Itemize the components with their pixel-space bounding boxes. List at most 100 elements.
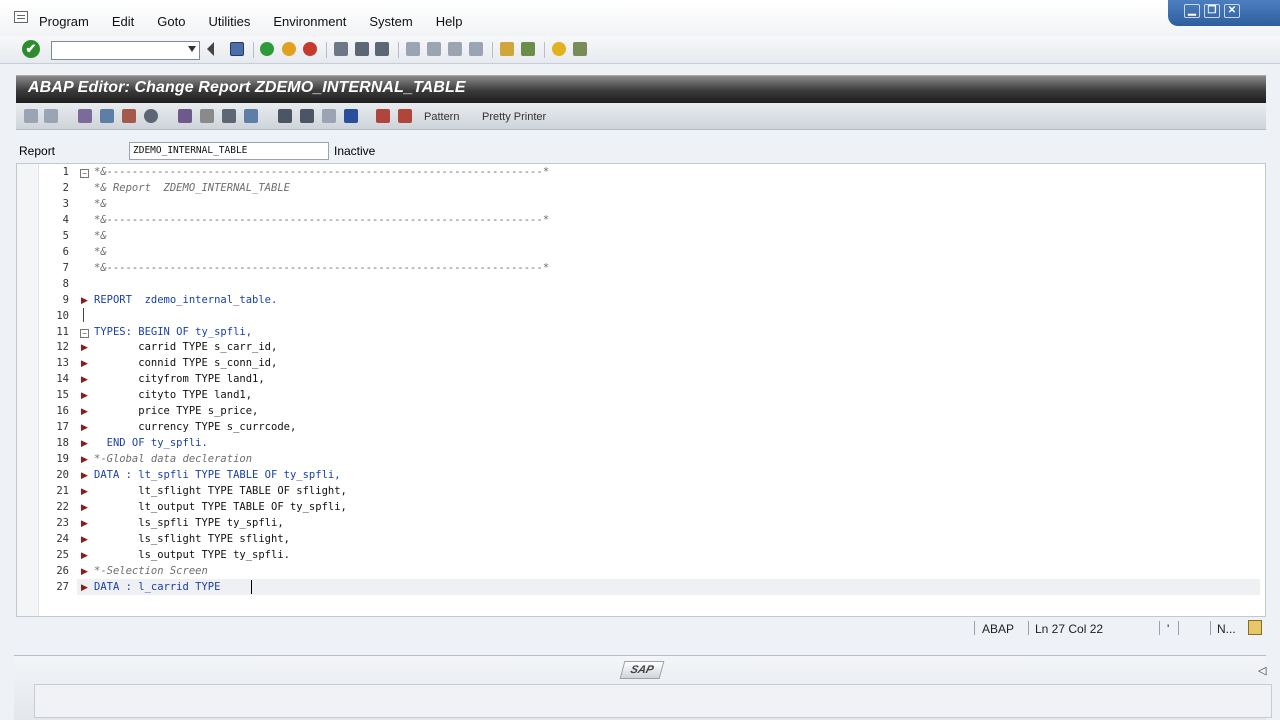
line-number: 17 (56, 421, 69, 434)
status-mode-mark: ' (1167, 622, 1170, 636)
code-line[interactable]: ls_spfli TYPE ty_spfli, (94, 517, 283, 529)
code-line[interactable]: price TYPE s_price, (94, 405, 258, 417)
status-separator (1210, 621, 1211, 635)
menu-bar: Program Edit Goto Utilities Environment … (0, 0, 1280, 40)
code-line[interactable]: currency TYPE s_currcode, (94, 421, 296, 433)
other-object-icon[interactable] (122, 109, 136, 123)
display-object-list-icon[interactable] (300, 109, 314, 123)
forward-arrow-icon[interactable] (44, 109, 58, 123)
close-button[interactable]: ✕ (1224, 4, 1240, 18)
code-line[interactable]: ls_output TYPE ty_spfli. (94, 549, 290, 561)
shortcut-icon[interactable] (521, 42, 535, 56)
line-number: 20 (56, 469, 69, 482)
code-line[interactable]: *-Global data decleration (94, 453, 252, 465)
code-line[interactable]: *& (94, 246, 107, 258)
create-session-icon[interactable] (500, 42, 514, 56)
enter-check-icon[interactable]: ✔ (22, 40, 40, 58)
active-inactive-icon[interactable] (100, 109, 114, 123)
menu-system[interactable]: System (369, 14, 412, 29)
previous-page-icon[interactable] (427, 42, 441, 56)
line-number: 21 (56, 485, 69, 497)
last-page-icon[interactable] (469, 42, 483, 56)
chevron-down-icon[interactable] (188, 46, 196, 52)
check-icon[interactable] (144, 109, 158, 123)
line-number: 15 (56, 389, 69, 402)
menu-goto[interactable]: Goto (157, 14, 185, 29)
menu-edit[interactable]: Edit (112, 14, 134, 29)
find-next-icon[interactable] (375, 42, 389, 56)
object-list-icon[interactable] (244, 109, 258, 123)
breakpoint-icon[interactable] (322, 109, 336, 123)
exit-icon[interactable] (282, 42, 296, 56)
restore-button[interactable]: ❐ (1204, 4, 1220, 18)
scroll-back-icon[interactable] (207, 42, 214, 56)
status-language: ABAP (982, 622, 1015, 636)
line-marker-icon: ▶ (81, 549, 88, 560)
code-line[interactable]: *&--------------------------------------… (94, 262, 549, 274)
line-marker-icon: ▶ (81, 342, 88, 353)
activate-icon[interactable] (178, 109, 192, 123)
info-icon[interactable] (344, 109, 358, 123)
menu-utilities[interactable]: Utilities (208, 14, 250, 29)
back-icon[interactable] (260, 42, 274, 56)
fold-toggle-icon[interactable]: − (80, 328, 89, 338)
code-line[interactable]: DATA : l_carrid TYPE (94, 581, 227, 593)
editor-status-bar: ABAP Ln 27 Col 22 ' N... (16, 617, 1266, 639)
display-change-icon[interactable] (78, 109, 92, 123)
menu-program[interactable]: Program (39, 14, 89, 29)
test-icon[interactable] (200, 109, 214, 123)
back-arrow-icon[interactable] (24, 109, 38, 123)
first-page-icon[interactable] (406, 42, 420, 56)
current-line-highlight (77, 579, 1260, 595)
pattern-button[interactable]: Pattern (424, 111, 459, 123)
code-line[interactable]: DATA : lt_spfli TYPE TABLE OF ty_spfli, (94, 469, 341, 481)
next-page-icon[interactable] (448, 42, 462, 56)
external-breakpoint-icon[interactable] (398, 109, 412, 123)
code-line[interactable]: cityfrom TYPE land1, (94, 373, 264, 385)
system-menu-icon[interactable] (14, 11, 28, 23)
report-row: Report ZDEMO_INTERNAL_TABLE Inactive (16, 140, 1266, 162)
code-line[interactable]: *-Selection Screen (94, 565, 208, 577)
save-icon[interactable] (230, 42, 244, 56)
line-marker-icon: ▶ (81, 533, 88, 544)
help-icon[interactable] (552, 42, 566, 56)
code-line[interactable]: connid TYPE s_conn_id, (94, 357, 277, 369)
code-line[interactable]: *&--------------------------------------… (94, 214, 549, 226)
document-icon[interactable] (1248, 620, 1262, 635)
cancel-icon[interactable] (303, 42, 317, 56)
code-line[interactable]: END OF ty_spfli. (94, 437, 208, 449)
code-line[interactable]: ls_sflight TYPE sflight, (94, 533, 290, 545)
code-line[interactable]: *&--------------------------------------… (94, 166, 549, 178)
command-field[interactable] (51, 41, 200, 60)
menu-environment[interactable]: Environment (273, 14, 346, 29)
code-line[interactable]: REPORT zdemo_internal_table. (94, 294, 277, 306)
line-number: 14 (56, 373, 69, 386)
report-name-field[interactable]: ZDEMO_INTERNAL_TABLE (129, 142, 329, 160)
code-line[interactable]: *& (94, 230, 107, 242)
fold-toggle-icon[interactable]: − (80, 169, 89, 178)
toolbar-separator (326, 42, 327, 58)
code-line[interactable]: carrid TYPE s_carr_id, (94, 341, 277, 353)
code-line[interactable]: lt_output TYPE TABLE OF ty_spfli, (94, 501, 347, 513)
where-used-icon[interactable] (222, 109, 236, 123)
code-line[interactable]: cityto TYPE land1, (94, 389, 252, 401)
code-line[interactable]: TYPES: BEGIN OF ty_spfli, (94, 326, 252, 338)
code-editor[interactable]: 1− *&------------------------------------… (16, 163, 1266, 617)
line-number: 25 (56, 548, 69, 561)
line-marker-icon: ▶ (81, 406, 88, 417)
status-message-area (34, 684, 1272, 718)
navigation-icon[interactable] (278, 109, 292, 123)
print-icon[interactable] (334, 42, 348, 56)
code-line[interactable]: *& (94, 198, 107, 210)
collapse-triangle-icon[interactable]: ◁ (1258, 664, 1266, 677)
pretty-printer-button[interactable]: Pretty Printer (482, 111, 546, 123)
minimize-button[interactable]: ▁ (1184, 4, 1200, 18)
code-line[interactable]: lt_sflight TYPE TABLE OF sflight, (94, 485, 347, 497)
page-title: ABAP Editor: Change Report ZDEMO_INTERNA… (28, 79, 466, 96)
code-line[interactable]: *& Report ZDEMO_INTERNAL_TABLE (94, 182, 290, 194)
find-icon[interactable] (355, 42, 369, 56)
menu-help[interactable]: Help (436, 14, 463, 29)
breakpoint-set-icon[interactable] (376, 109, 390, 123)
status-mode: N... (1217, 622, 1236, 636)
layout-menu-icon[interactable] (573, 42, 587, 56)
